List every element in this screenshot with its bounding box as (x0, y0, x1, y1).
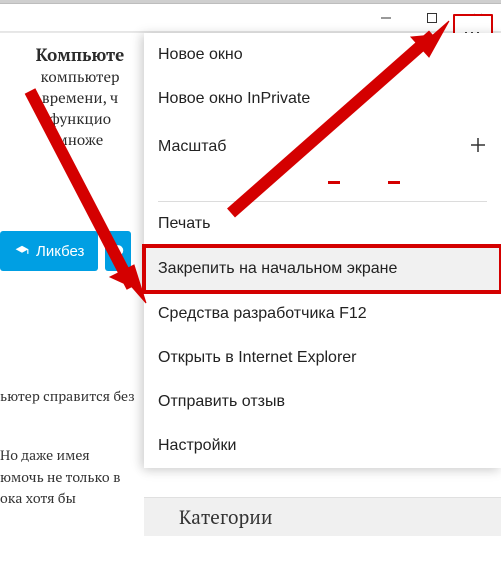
categories-card[interactable]: Категории (144, 497, 501, 536)
article-headline-fragment: Компьюте компьютер времени, ч функцио мн… (0, 43, 160, 151)
titlebar (0, 4, 501, 32)
maximize-button[interactable] (409, 4, 455, 31)
menu-new-inprivate[interactable]: Новое окно InPrivate (144, 77, 501, 121)
more-menu: Новое окно Новое окно InPrivate Масштаб … (144, 33, 501, 468)
menu-zoom-indicator (158, 173, 487, 193)
menu-settings[interactable]: Настройки (144, 424, 501, 468)
tag-label: Ликбез (36, 243, 84, 260)
article-fragment-2: Но даже имея юмочь не только в ока хотя … (0, 445, 144, 510)
zoom-label: Масштаб (158, 138, 226, 156)
categories-title: Категории (179, 505, 273, 530)
menu-print[interactable]: Печать (144, 202, 501, 246)
minimize-button[interactable] (363, 4, 409, 31)
tag-row: Ликбез (0, 231, 160, 275)
zoom-in-icon[interactable] (469, 136, 487, 159)
menu-open-in-ie[interactable]: Открыть в Internet Explorer (144, 336, 501, 380)
tag-partial[interactable] (105, 231, 131, 271)
menu-dev-tools[interactable]: Средства разработчика F12 (144, 292, 501, 336)
menu-send-feedback[interactable]: Отправить отзыв (144, 380, 501, 424)
menu-zoom-row: Масштаб (144, 121, 501, 173)
tag-likbez[interactable]: Ликбез (0, 231, 98, 271)
menu-new-window[interactable]: Новое окно (144, 33, 501, 77)
article-fragment-1: ьютер справится без (0, 386, 144, 407)
page-body: Компьюте компьютер времени, ч функцио мн… (0, 33, 501, 536)
menu-pin-to-start[interactable]: Закрепить на начальном экране (144, 246, 501, 292)
